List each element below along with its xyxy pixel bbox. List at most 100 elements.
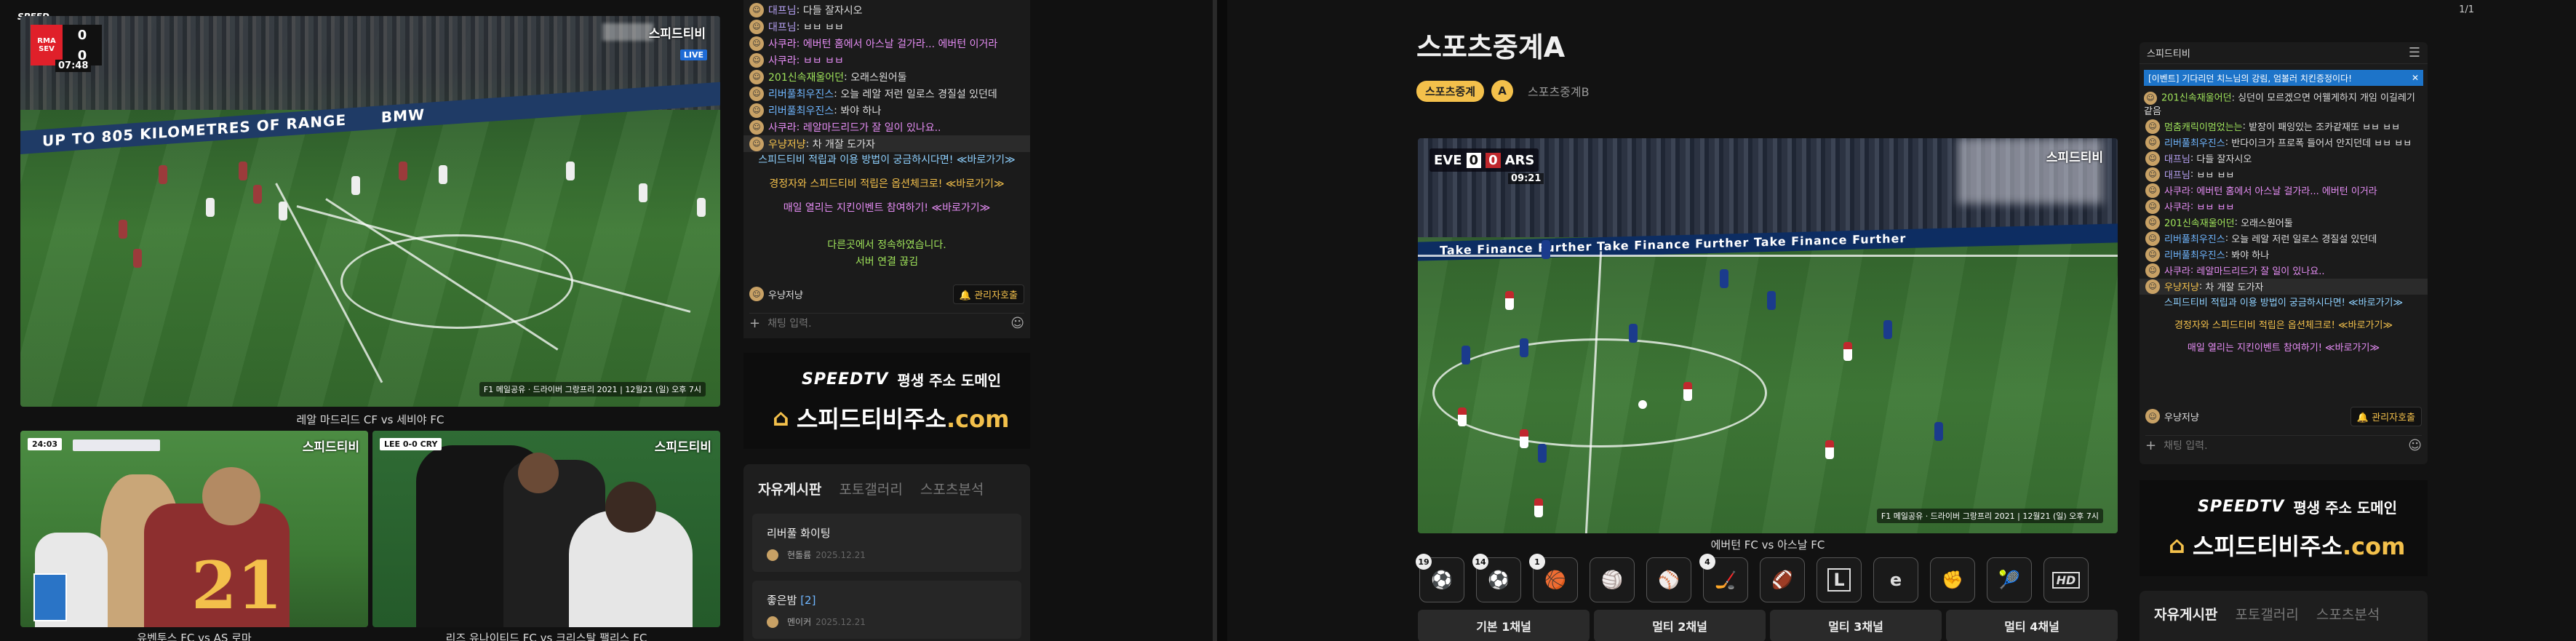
plus-icon[interactable]: +: [2145, 438, 2156, 453]
away-score: 0: [1486, 152, 1501, 168]
channel-3-button[interactable]: 멀티 3채널: [1770, 610, 1942, 641]
watermark-3: 스피드티비: [654, 440, 711, 455]
avatar: ☺: [2145, 151, 2160, 166]
volleyball-icon[interactable]: 🏐: [1590, 557, 1635, 602]
video-3-caption: 리즈 유나이티드 FC vs 크리스탈 팰리스 FC: [445, 632, 647, 641]
chat-input-row: + ☺: [2145, 435, 2422, 455]
main-video-caption: 레알 마드리드 CF vs 세비야 FC: [296, 413, 444, 426]
tab-free-board[interactable]: 자유게시판: [758, 482, 821, 498]
watermark: 스피드티비: [648, 27, 706, 41]
chat-notice[interactable]: 스피드티비 적립과 이용 방법이 궁금하시다면! ≪바로가기≫: [743, 152, 1030, 169]
close-icon[interactable]: ✕: [2412, 73, 2419, 83]
chat-message: ☺ 사쿠라: 에버턴 홈에서 아스날 걸가라... 에버턴 이거라: [743, 35, 1030, 52]
avatar: ☺: [749, 52, 764, 68]
event-banner[interactable]: [이벤트] 기다리던 치느님의 강림, 엄볼러 치킨증정이다! ✕: [2144, 70, 2423, 86]
match-clock: 07:48: [55, 60, 92, 72]
channel-1-button[interactable]: 기본 1채널: [1418, 610, 1590, 641]
video-player-2[interactable]: 21 24:03 스피드티비: [20, 431, 368, 627]
banner-slogan: 평생 주소 도메인: [897, 372, 1002, 389]
page-title: 스포츠중계A: [1416, 31, 1566, 63]
banner-domain: 스피드티비주소: [2192, 533, 2342, 560]
away-abbr: ARS: [1504, 152, 1535, 168]
plus-icon[interactable]: +: [749, 316, 760, 331]
admin-call-button[interactable]: 🔔 관리자호출: [952, 284, 1024, 304]
hockey-icon[interactable]: 4 🏒: [1699, 554, 1748, 602]
bell-icon: 🔔: [959, 290, 972, 301]
avatar: ☺: [2145, 215, 2160, 230]
chat-notice[interactable]: 경정자와 스피드티비 적립은 옵션체크로! ≪바로가기≫: [2140, 317, 2428, 334]
soccer-icon[interactable]: 14 ⚽: [1472, 554, 1521, 602]
fist-icon[interactable]: ✊: [1930, 557, 1975, 602]
avatar: ☺: [749, 2, 764, 17]
chat-messages: ☺ 대프님: 다들 잘자시오 ☺ 대프님: ㅂㅂ ㅂㅂ ☺ 사쿠라: 에버턴 홈에서 …: [743, 0, 1030, 271]
main-video-player[interactable]: UP TO 805 KILOMETRES OF RANGE BMW RMA SE…: [20, 16, 720, 407]
speedtv-logo: SPEEDTV: [2198, 498, 2285, 516]
avatar: ☺: [2145, 231, 2160, 246]
chat-notice[interactable]: 경정자와 스피드티비 적립은 옵션체크로! ≪바로가기≫: [743, 176, 1030, 193]
tab-sports-analysis[interactable]: 스포츠분석: [2316, 607, 2380, 623]
esports-icon[interactable]: e: [1873, 557, 1918, 602]
home-score: 0: [1466, 152, 1482, 168]
breadcrumb: 스포츠중계 A 스포츠중계B: [1416, 80, 1590, 102]
chat-panel: 스피드티비 ☰ [이벤트] 기다리던 치느님의 강림, 엄볼러 치킨증정이다! …: [2140, 42, 2428, 464]
chat-user-bar: ☺ 우냥저냥 🔔 관리자호출: [749, 284, 1024, 304]
chat-input[interactable]: [767, 317, 972, 330]
chat-input-row: + ☺: [749, 313, 1024, 333]
chat-notice[interactable]: 스피드티비 적립과 이용 방법이 궁금하시다면! ≪바로가기≫: [2140, 295, 2428, 311]
emoji-icon[interactable]: ☺: [1010, 316, 1024, 331]
avatar: ☺: [749, 103, 764, 118]
post-date: 2025.12.21: [816, 616, 866, 627]
emoji-icon[interactable]: ☺: [2408, 438, 2422, 453]
post-date: 2025.12.21: [816, 549, 866, 560]
chat-notice[interactable]: 매일 열리는 지킨이벤트 참여하기! ≪바로가기≫: [743, 200, 1030, 217]
chat-message: ☺ 리버풀최우진스: 봐야 하나: [2140, 247, 2428, 263]
avatar: ☺: [749, 19, 764, 34]
avatar: ☺: [2145, 183, 2160, 198]
tab-free-board[interactable]: 자유게시판: [2154, 607, 2217, 623]
tab-photo-gallery[interactable]: 포토갤러리: [2235, 607, 2298, 623]
video-player-3[interactable]: LEE 0-0 CRY 스피드티비: [372, 431, 720, 627]
chat-panel: ☺ 대프님: 다들 잘자시오 ☺ 대프님: ㅂㅂ ㅂㅂ ☺ 사쿠라: 에버턴 홈에서 …: [743, 0, 1030, 338]
board-panel: 자유게시판 포토갤러리 스포츠분석 리버풀 화이팅 현돌륨 2025.12.21…: [743, 464, 1030, 641]
tab-photo-gallery[interactable]: 포토갤러리: [839, 482, 902, 498]
league-icon[interactable]: L: [1817, 557, 1862, 602]
chat-message: ☺ 리버풀최우진스: 봐야 하나: [743, 102, 1030, 119]
domain-banner[interactable]: SPEEDTV 평생 주소 도메인 ⌂ 스피드티비주소.com: [743, 353, 1030, 449]
post-item[interactable]: 리버풀 화이팅 현돌륨 2025.12.21: [752, 514, 1021, 572]
author-avatar: [767, 549, 778, 561]
hd-icon[interactable]: HD: [2043, 557, 2089, 602]
chat-notice[interactable]: 매일 열리는 지킨이벤트 참여하기! ≪바로가기≫: [2140, 340, 2428, 357]
home-icon: ⌂: [2169, 531, 2185, 559]
channel-4-button[interactable]: 멀티 4채널: [1946, 610, 2118, 641]
channel-b-link[interactable]: 스포츠중계B: [1528, 82, 1590, 100]
scorebug: EVE 0 0 ARS: [1429, 148, 1539, 172]
channel-a-badge[interactable]: A: [1491, 80, 1514, 102]
admin-call-button[interactable]: 🔔 관리자호출: [2350, 406, 2422, 426]
main-video-player[interactable]: Take Finance Further Take Finance Furthe…: [1418, 138, 2118, 533]
tab-sports-analysis[interactable]: 스포츠분석: [920, 482, 984, 498]
banner-tld: .com: [2342, 533, 2406, 560]
chat-message: ☺ 대프님: ㅂㅂ ㅂㅂ: [743, 18, 1030, 35]
menu-icon[interactable]: ☰: [2409, 45, 2420, 60]
football-icon[interactable]: 🏈: [1760, 557, 1805, 602]
channel-2-button[interactable]: 멀티 2채널: [1594, 610, 1766, 641]
basketball-icon[interactable]: 1 🏀: [1529, 554, 1578, 602]
window-divider: [1217, 0, 1227, 641]
chat-input[interactable]: [2164, 439, 2368, 452]
home-score: 0: [77, 27, 87, 43]
soccer-ball-all-icon[interactable]: 19 ⚽: [1416, 554, 1464, 602]
bell-icon: 🔔: [2356, 412, 2369, 423]
avatar: ☺: [2145, 119, 2160, 134]
domain-banner[interactable]: SPEEDTV 평생 주소 도메인 ⌂ 스피드티비주소.com: [2140, 480, 2428, 576]
avatar: ☺: [749, 36, 764, 51]
chat-message: ☺ 우냥저냥: 차 개잘 도가자: [2140, 278, 2428, 295]
chat-user-bar: ☺ 우냥저냥 🔔 관리자호출: [2145, 406, 2422, 426]
post-item[interactable]: 좋은밤 [2] 멘이커 2025.12.21: [752, 581, 1021, 639]
avatar: ☺: [749, 69, 764, 84]
tennis-icon[interactable]: 🎾: [1987, 557, 2032, 602]
chat-message: ☺ 201신속재울어던: 오래스원어둘: [2140, 215, 2428, 231]
baseball-icon[interactable]: ⚾: [1646, 557, 1691, 602]
avatar: ☺: [2145, 167, 2160, 182]
category-chip[interactable]: 스포츠중계: [1416, 80, 1485, 102]
user-avatar: ☺: [749, 287, 764, 301]
